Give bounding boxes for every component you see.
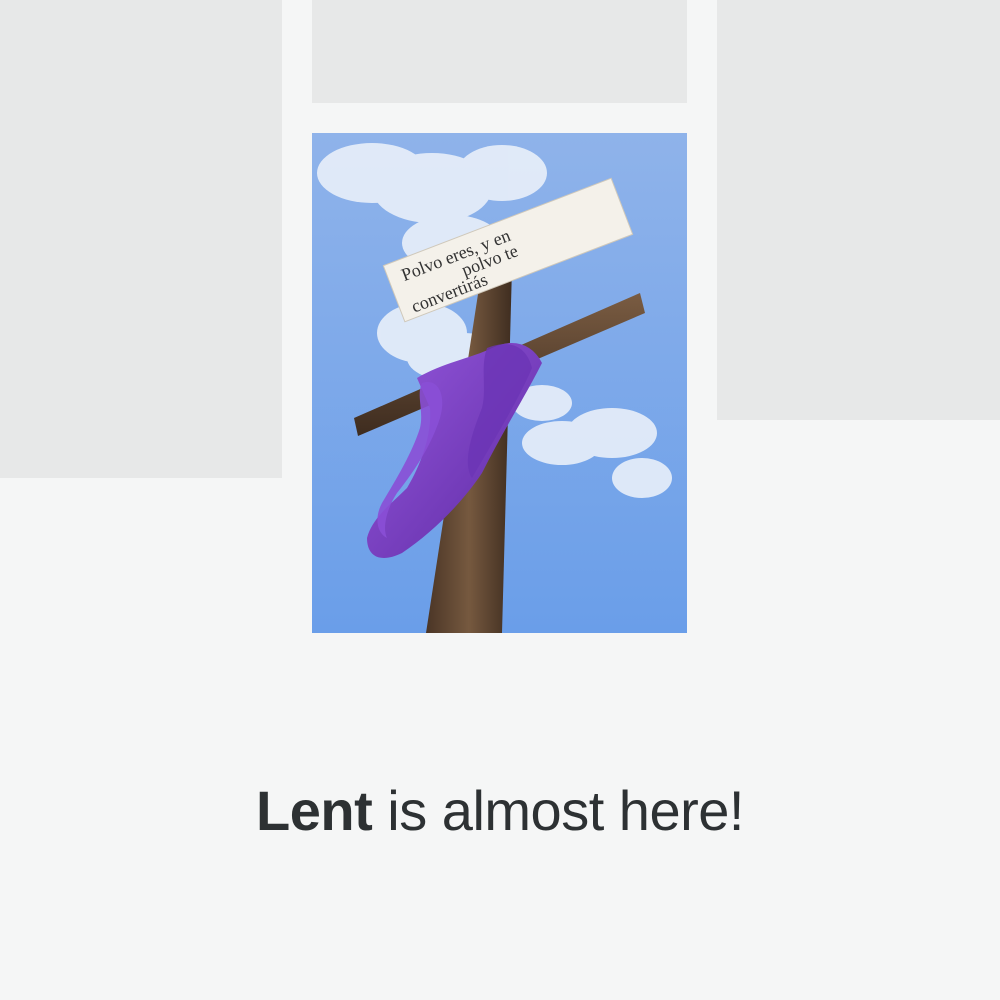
placeholder-tile-left [0, 0, 282, 478]
lent-cross-photo[interactable]: Polvo eres, y en polvo te convertirás [312, 133, 687, 633]
headline-bold: Lent [256, 779, 373, 842]
headline-rest: is almost here! [372, 779, 744, 842]
placeholder-tile-right [717, 0, 1000, 420]
placeholder-tile-top [312, 0, 687, 103]
cross-illustration: Polvo eres, y en polvo te convertirás [312, 133, 687, 633]
headline: Lent is almost here! [0, 776, 1000, 846]
page: Polvo eres, y en polvo te convertirás Le… [0, 0, 1000, 1000]
